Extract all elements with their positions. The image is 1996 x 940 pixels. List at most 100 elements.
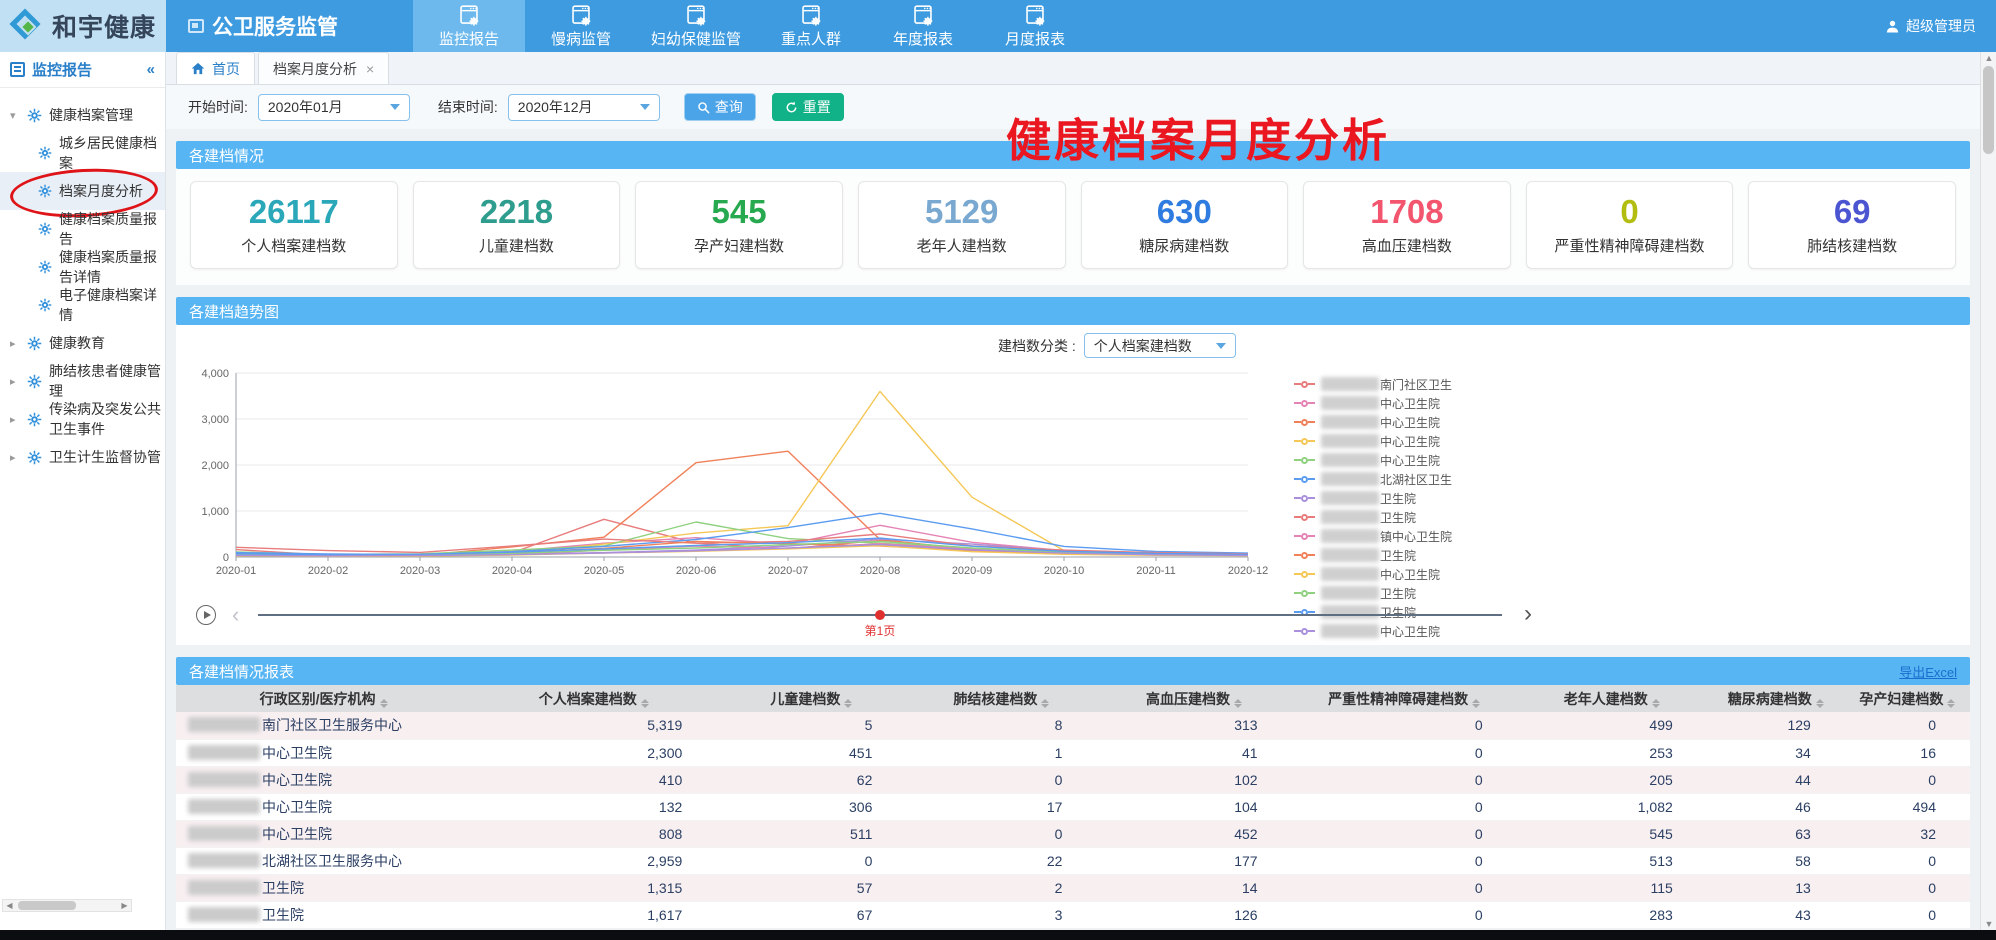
sort-icon[interactable]: [1472, 699, 1480, 708]
legend-item[interactable]: 镇中心卫生院: [1294, 529, 1564, 543]
scrollbar-thumb[interactable]: [1983, 66, 1994, 154]
play-button[interactable]: [196, 605, 216, 625]
legend-item[interactable]: 卫生院: [1294, 491, 1564, 505]
sort-icon[interactable]: [1041, 699, 1049, 708]
page-next-icon[interactable]: ›: [1524, 600, 1532, 628]
series-line-icon: [1308, 440, 1315, 442]
sidebar-item-label: 健康档案质量报告详情: [59, 247, 165, 287]
legend-item[interactable]: 中心卫生院: [1294, 434, 1564, 448]
sidebar-group-row[interactable]: 卫生计生监督协管: [0, 438, 165, 476]
legend-item[interactable]: 中心卫生院: [1294, 396, 1564, 410]
vertical-scrollbar[interactable]: ▲ ▼: [1980, 52, 1996, 930]
table-row[interactable]: 中心卫生院 410 62 0 102: [176, 766, 1970, 793]
table-row[interactable]: 中心卫生院 808 511 0 452: [176, 820, 1970, 847]
sidebar-group-row[interactable]: 肺结核患者健康管理: [0, 362, 165, 400]
sort-icon[interactable]: [1816, 699, 1824, 708]
series-dot-icon: [1301, 590, 1308, 597]
table-column-header[interactable]: 孕产妇建档数: [1845, 685, 1970, 712]
table-row[interactable]: 卫生院 1,617 67 3 126: [176, 901, 1970, 928]
sidebar-header: 监控报告 «: [0, 52, 165, 88]
series-dot-icon: [1301, 419, 1308, 426]
legend-item[interactable]: 北湖社区卫生: [1294, 472, 1564, 486]
top-nav-item[interactable]: 监控报告: [413, 0, 525, 52]
top-nav-item[interactable]: 重点人群: [755, 0, 867, 52]
page-slider-track[interactable]: 第1页: [258, 614, 1502, 616]
value-cell: 2: [906, 874, 1096, 901]
stat-value: 69: [1834, 195, 1871, 228]
sort-icon[interactable]: [1652, 699, 1660, 708]
table-row[interactable]: 北湖社区卫生服务中心 2,959 0 22 177: [176, 847, 1970, 874]
value-cell: 808: [471, 820, 716, 847]
table-column-header[interactable]: 老年人建档数: [1517, 685, 1707, 712]
top-nav-item[interactable]: 月度报表: [979, 0, 1091, 52]
table-column-header[interactable]: 糖尿病建档数: [1707, 685, 1845, 712]
end-time-select[interactable]: 2020年12月: [508, 94, 660, 121]
user-name: 超级管理员: [1906, 16, 1976, 36]
sort-icon[interactable]: [844, 699, 852, 708]
monitor-icon: [188, 19, 204, 33]
value-cell: 513: [1517, 847, 1707, 874]
table-column-header[interactable]: 儿童建档数: [716, 685, 906, 712]
classify-select[interactable]: 个人档案建档数: [1084, 333, 1236, 358]
y-tick-label: 4,000: [201, 368, 229, 380]
legend-item[interactable]: 中心卫生院: [1294, 453, 1564, 467]
table-column-header[interactable]: 肺结核建档数: [906, 685, 1096, 712]
page-prev-icon[interactable]: ‹: [232, 602, 239, 628]
sidebar-menu-item[interactable]: 电子健康档案详情: [0, 286, 165, 324]
user-menu[interactable]: 超级管理员: [1885, 0, 1996, 52]
sidebar-menu-item[interactable]: 城乡居民健康档案: [0, 134, 165, 172]
tab-current[interactable]: 档案月度分析 ×: [258, 52, 389, 84]
series-dot-icon: [1301, 571, 1308, 578]
table-row[interactable]: 卫生院 1,315 57 2 14: [176, 874, 1970, 901]
stat-value: 1708: [1370, 195, 1443, 228]
search-button[interactable]: 查询: [684, 93, 756, 121]
table-row[interactable]: 中心卫生院 132 306 17 104: [176, 793, 1970, 820]
page-slider-handle[interactable]: [875, 610, 885, 620]
top-nav-label: 妇幼保健监管: [651, 28, 741, 49]
tab-close-icon[interactable]: ×: [366, 61, 374, 77]
value-cell: 67: [716, 901, 906, 928]
sidebar-horizontal-scrollbar[interactable]: ◀ ▶: [2, 899, 132, 912]
legend-item[interactable]: 卫生院: [1294, 548, 1564, 562]
reset-button[interactable]: 重置: [772, 93, 844, 121]
user-icon: [1885, 19, 1900, 34]
table-header-row: 行政区别/医疗机构 个人档案建档数 儿童建档数 肺结核建档数 高血压建档数 严重…: [176, 685, 1970, 712]
top-nav-item[interactable]: 年度报表: [867, 0, 979, 52]
stat-card: 545 孕产妇建档数: [635, 181, 843, 269]
legend-item[interactable]: 中心卫生院: [1294, 415, 1564, 429]
sidebar-group-row[interactable]: 健康档案管理: [0, 96, 165, 134]
top-nav-item[interactable]: 慢病监管: [525, 0, 637, 52]
scroll-down-icon[interactable]: ▼: [1981, 919, 1996, 929]
legend-item[interactable]: 南门社区卫生: [1294, 377, 1564, 391]
scrollbar-thumb[interactable]: [18, 901, 76, 910]
table-row[interactable]: 南门社区卫生服务中心 5,319 5 8 313: [176, 712, 1970, 739]
table-column-header[interactable]: 个人档案建档数: [471, 685, 716, 712]
table-column-header[interactable]: 严重性精神障碍建档数: [1292, 685, 1517, 712]
start-time-select[interactable]: 2020年01月: [258, 94, 410, 121]
stat-value: 2218: [480, 195, 553, 228]
bottom-edge-bar: [0, 930, 1996, 940]
scroll-up-icon[interactable]: ▲: [1981, 53, 1996, 63]
sidebar-menu-item[interactable]: 健康档案质量报告: [0, 210, 165, 248]
chart-line[interactable]: [236, 451, 1248, 555]
legend-item[interactable]: 中心卫生院: [1294, 567, 1564, 581]
sidebar-menu-item[interactable]: 档案月度分析: [0, 172, 165, 210]
sidebar-group-row[interactable]: 传染病及突发公共卫生事件: [0, 400, 165, 438]
sort-icon[interactable]: [1947, 699, 1955, 708]
tab-home[interactable]: 首页: [176, 52, 255, 84]
table-column-header[interactable]: 高血压建档数: [1096, 685, 1291, 712]
table-column-header[interactable]: 行政区别/医疗机构: [176, 685, 471, 712]
scroll-right-icon[interactable]: ▶: [118, 901, 131, 910]
sort-icon[interactable]: [380, 699, 388, 708]
table-row[interactable]: 中心卫生院 2,300 451 1 41: [176, 739, 1970, 766]
sort-icon[interactable]: [1234, 699, 1242, 708]
sort-icon[interactable]: [641, 699, 649, 708]
stat-label: 肺结核建档数: [1807, 235, 1897, 256]
legend-item[interactable]: 卫生院: [1294, 510, 1564, 524]
sidebar-group-row[interactable]: 健康教育: [0, 324, 165, 362]
top-nav-item[interactable]: 妇幼保健监管: [637, 0, 755, 52]
sidebar-menu-item[interactable]: 健康档案质量报告详情: [0, 248, 165, 286]
scroll-left-icon[interactable]: ◀: [3, 901, 16, 910]
sidebar-collapse-button[interactable]: «: [147, 61, 155, 78]
export-excel-link[interactable]: 导出Excel: [1899, 662, 1957, 681]
